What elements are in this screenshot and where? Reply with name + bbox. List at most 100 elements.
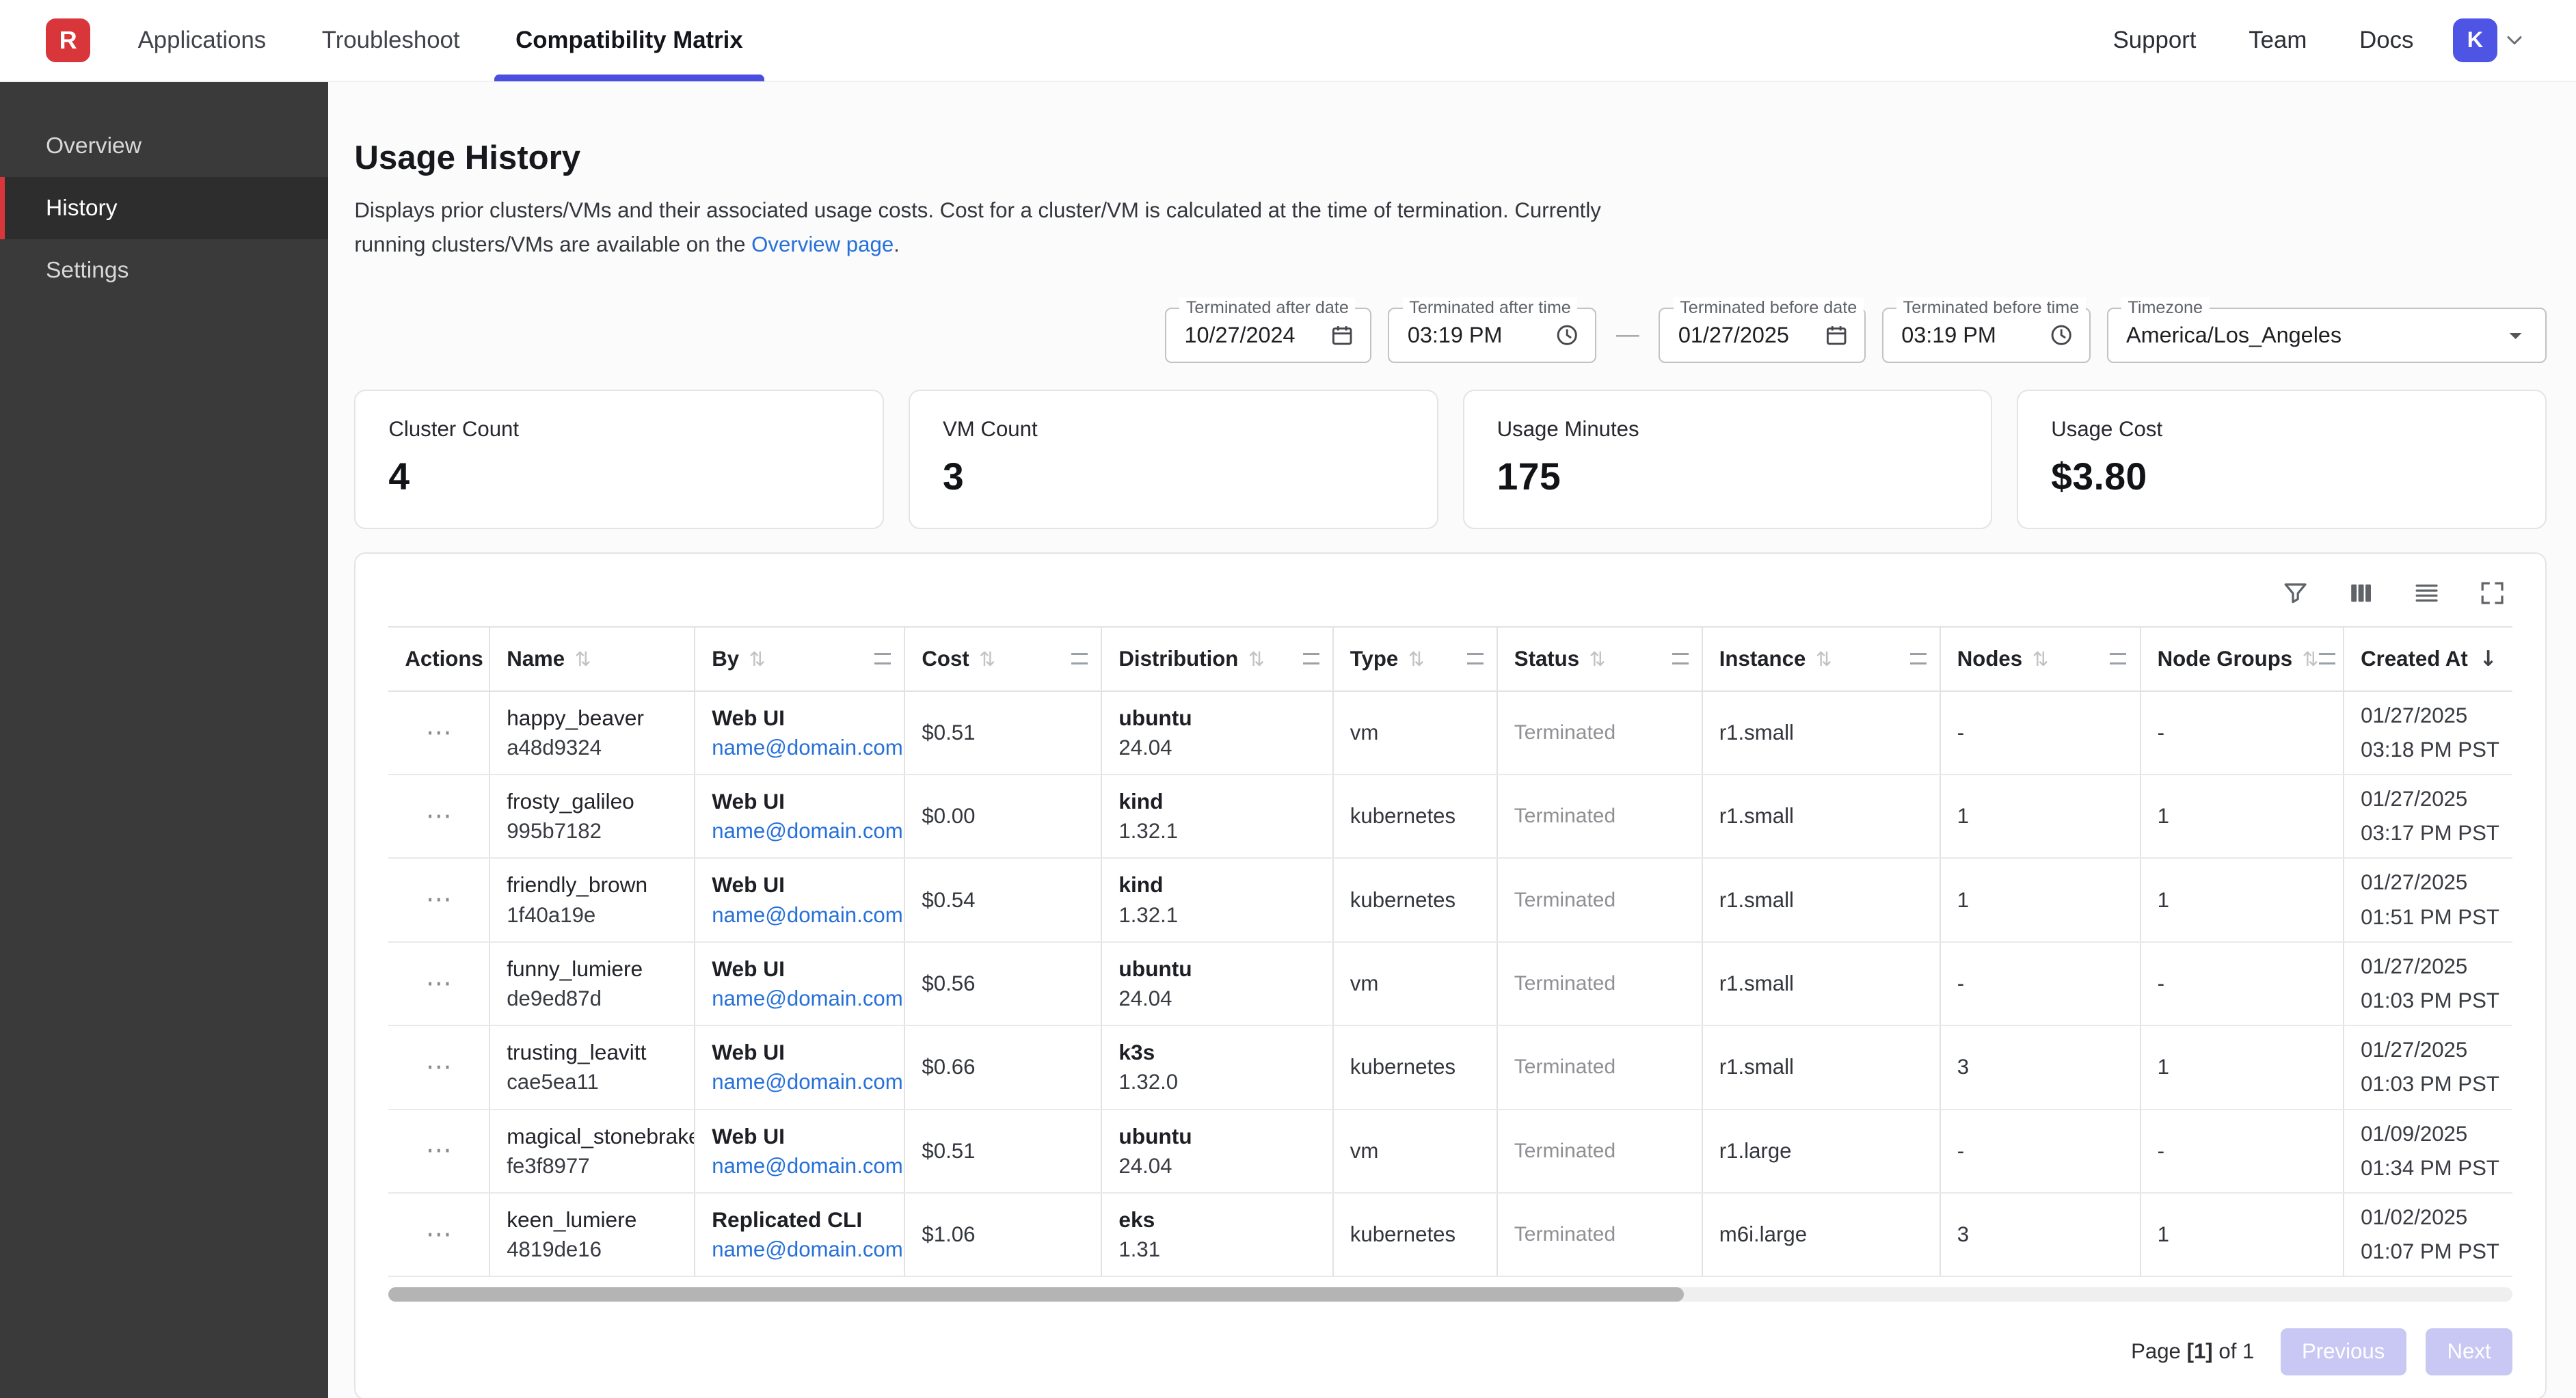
distribution-version: 24.04 [1118, 736, 1315, 760]
sort-icon[interactable]: ⇅ [979, 647, 995, 671]
column-header-label: Node Groups [2158, 647, 2293, 671]
sort-icon[interactable]: ⇅ [575, 647, 591, 671]
email-link[interactable]: name@domain.com [712, 1070, 887, 1094]
column-header-instance[interactable]: Instance ⇅ [1703, 628, 1941, 690]
terminated-after-time-field[interactable]: Terminated after time 03:19 PM [1388, 308, 1596, 364]
sidebar-item-settings[interactable]: Settings [0, 239, 328, 301]
terminated-before-time-field[interactable]: Terminated before time 03:19 PM [1882, 308, 2091, 364]
cell-nodes: - [1941, 1110, 2141, 1192]
user-menu[interactable]: K [2453, 18, 2527, 63]
clock-icon[interactable] [2048, 322, 2074, 348]
column-header-by[interactable]: By ⇅ [695, 628, 905, 690]
column-menu-handle[interactable] [874, 653, 891, 664]
fullscreen-icon[interactable] [2473, 574, 2512, 613]
overview-page-link[interactable]: Overview page [751, 232, 894, 256]
column-header-nodes[interactable]: Nodes ⇅ [1941, 628, 2141, 690]
nav-tab-applications[interactable]: Applications [116, 0, 287, 81]
sidebar-item-overview[interactable]: Overview [0, 115, 328, 177]
row-actions-button[interactable]: ⋯ [426, 887, 452, 913]
cell-by: Replicated CLI name@domain.com [695, 1194, 905, 1276]
column-header-name[interactable]: Name ⇅ [490, 628, 695, 690]
terminated-before-date-field[interactable]: Terminated before date 01/27/2025 [1659, 308, 1865, 364]
nav-link-team[interactable]: Team [2249, 27, 2307, 54]
column-menu-handle[interactable] [1303, 653, 1319, 664]
created-time: 01:03 PM PST [2361, 989, 2496, 1013]
row-actions-button[interactable]: ⋯ [426, 720, 452, 746]
sort-desc-icon[interactable]: ↓ [2480, 647, 2497, 671]
nav-link-docs[interactable]: Docs [2359, 27, 2413, 54]
sort-icon[interactable]: ⇅ [1408, 647, 1425, 671]
column-header-node-groups[interactable]: Node Groups ⇅ [2141, 628, 2345, 690]
clock-icon[interactable] [1554, 322, 1580, 348]
cluster-name: magical_stonebraker [507, 1124, 677, 1149]
density-icon[interactable] [2407, 574, 2447, 613]
stats-row: Cluster Count 4 VM Count 3 Usage Minutes… [354, 390, 2546, 530]
row-actions-button[interactable]: ⋯ [426, 1138, 452, 1164]
cell-type: kubernetes [1334, 1026, 1498, 1108]
column-header-created-at[interactable]: Created At ↓ [2344, 628, 2512, 690]
avatar[interactable]: K [2453, 18, 2497, 63]
email-link[interactable]: name@domain.com [712, 1154, 887, 1179]
table-row: ⋯ friendly_brown 1f40a19e Web UI name@do… [388, 859, 2512, 942]
column-menu-handle[interactable] [1910, 653, 1927, 664]
column-header-status[interactable]: Status ⇅ [1498, 628, 1703, 690]
sort-icon[interactable]: ⇅ [749, 647, 765, 671]
column-menu-handle[interactable] [2110, 653, 2126, 664]
column-header-type[interactable]: Type ⇅ [1334, 628, 1498, 690]
column-header-distribution[interactable]: Distribution ⇅ [1102, 628, 1333, 690]
replicated-logo[interactable]: R [46, 18, 90, 63]
nav-tab-label: Applications [138, 27, 267, 54]
column-menu-handle[interactable] [1672, 653, 1689, 664]
row-actions-button[interactable]: ⋯ [426, 803, 452, 829]
nav-link-label: Support [2113, 27, 2197, 53]
calendar-icon[interactable] [1823, 322, 1849, 348]
field-value: America/Los_Angeles [2126, 323, 2491, 348]
filter-icon[interactable] [2276, 574, 2316, 613]
column-menu-handle[interactable] [2319, 653, 2335, 664]
shell: OverviewHistorySettings Usage History Di… [0, 82, 2576, 1398]
columns-icon[interactable] [2342, 574, 2381, 613]
created-by: Web UI [712, 872, 887, 898]
timezone-select[interactable]: Timezone America/Los_Angeles [2107, 308, 2547, 364]
email-link[interactable]: name@domain.com [712, 986, 887, 1011]
sort-icon[interactable]: ⇅ [2302, 647, 2318, 671]
sidebar-item-history[interactable]: History [0, 177, 328, 239]
nav-link-label: Docs [2359, 27, 2413, 53]
previous-page-button[interactable]: Previous [2281, 1328, 2406, 1376]
stat-value: 175 [1497, 455, 1959, 498]
horizontal-scrollbar[interactable] [388, 1287, 2512, 1302]
column-header-cost[interactable]: Cost ⇅ [905, 628, 1102, 690]
email-link[interactable]: name@domain.com [712, 903, 887, 928]
chevron-down-icon[interactable] [2502, 28, 2527, 53]
field-value: 03:19 PM [1901, 323, 2038, 348]
column-menu-handle[interactable] [1071, 653, 1088, 664]
email-link[interactable]: name@domain.com [712, 736, 887, 760]
cell-node-groups: 1 [2141, 1194, 2345, 1276]
column-menu-handle[interactable] [1467, 653, 1484, 664]
nav-tab-troubleshoot[interactable]: Troubleshoot [301, 0, 481, 81]
distribution-name: k3s [1118, 1040, 1315, 1065]
caret-down-icon[interactable] [2501, 321, 2530, 350]
row-actions-button[interactable]: ⋯ [426, 1054, 452, 1080]
sort-icon[interactable]: ⇅ [2032, 647, 2048, 671]
row-actions-button[interactable]: ⋯ [426, 1222, 452, 1248]
calendar-icon[interactable] [1329, 322, 1355, 348]
sort-icon[interactable]: ⇅ [1589, 647, 1605, 671]
cell-nodes: 1 [1941, 859, 2141, 941]
email-link[interactable]: name@domain.com [712, 819, 887, 844]
sort-icon[interactable]: ⇅ [1816, 647, 1832, 671]
sort-icon[interactable]: ⇅ [1248, 647, 1265, 671]
email-link[interactable]: name@domain.com [712, 1237, 887, 1262]
cell-distribution: kind 1.32.1 [1102, 859, 1333, 941]
created-date: 01/27/2025 [2361, 787, 2496, 811]
nav-tab-compatibility-matrix[interactable]: Compatibility Matrix [494, 0, 764, 81]
cell-cost: $0.56 [905, 943, 1102, 1025]
terminated-after-date-field[interactable]: Terminated after date 10/27/2024 [1165, 308, 1371, 364]
nav-link-support[interactable]: Support [2113, 27, 2197, 54]
cluster-id: 995b7182 [507, 819, 677, 844]
next-page-button[interactable]: Next [2426, 1328, 2512, 1376]
created-by: Web UI [712, 1040, 887, 1065]
scrollbar-thumb[interactable] [388, 1287, 1684, 1302]
row-actions-button[interactable]: ⋯ [426, 971, 452, 997]
nav-tab-label: Compatibility Matrix [515, 27, 743, 54]
